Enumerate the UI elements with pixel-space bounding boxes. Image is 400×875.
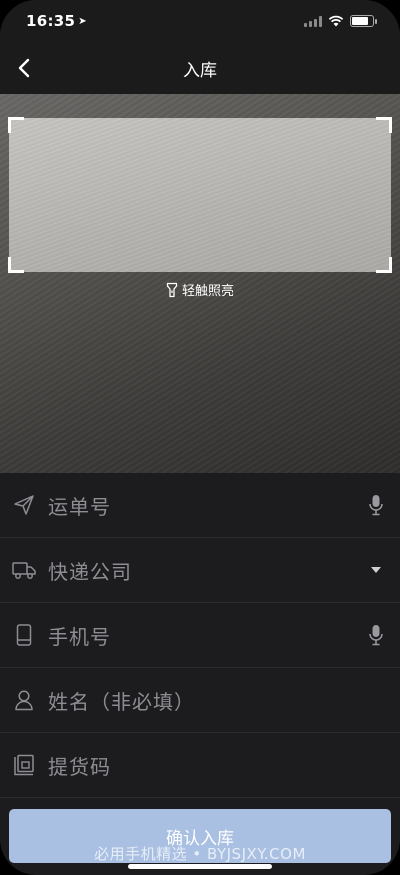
torch-toggle[interactable]: 轻触照亮 xyxy=(0,280,400,299)
row-trailing-spacer xyxy=(366,688,386,712)
waybill-number-placeholder: 运单号 xyxy=(48,494,111,519)
chevron-left-icon xyxy=(18,58,30,78)
camera-preview: 轻触照亮 xyxy=(0,94,400,473)
status-indicators xyxy=(304,15,377,27)
status-time: 16:35 xyxy=(26,12,76,30)
dropdown-arrow-icon[interactable] xyxy=(366,558,386,582)
scan-frame xyxy=(8,117,392,273)
torch-label: 轻触照亮 xyxy=(181,284,234,299)
courier-company-placeholder: 快递公司 xyxy=(48,559,132,584)
phone-icon xyxy=(12,623,36,647)
location-arrow-icon: ➤ xyxy=(78,15,87,27)
pickup-code-icon xyxy=(12,753,36,777)
pickup-code-field[interactable]: 提货码 xyxy=(0,733,400,798)
status-bar: 16:35 ➤ xyxy=(0,0,400,42)
phone-number-field[interactable]: 手机号 xyxy=(0,603,400,668)
inbound-form: 运单号 快递公司 手机号 姓名（非必填） 提货码 xyxy=(0,473,400,798)
pickup-code-placeholder: 提货码 xyxy=(48,754,111,779)
phone-number-placeholder: 手机号 xyxy=(48,624,111,649)
microphone-icon[interactable] xyxy=(366,623,386,647)
courier-company-select[interactable]: 快递公司 xyxy=(0,538,400,603)
page-title: 入库 xyxy=(183,60,217,81)
battery-icon xyxy=(350,15,377,27)
waybill-number-field[interactable]: 运单号 xyxy=(0,473,400,538)
wifi-icon xyxy=(328,15,344,27)
scan-corner xyxy=(376,117,392,133)
back-button[interactable] xyxy=(10,54,38,82)
user-icon xyxy=(12,688,36,712)
microphone-icon[interactable] xyxy=(366,493,386,517)
scan-corner xyxy=(8,117,24,133)
recipient-name-field[interactable]: 姓名（非必填） xyxy=(0,668,400,733)
scan-corner xyxy=(8,257,24,273)
send-icon xyxy=(12,493,36,517)
status-time-group: 16:35 ➤ xyxy=(26,12,87,30)
watermark-text: 必用手机精选 • BYJSJXY.COM xyxy=(94,845,306,863)
recipient-name-placeholder: 姓名（非必填） xyxy=(48,689,195,714)
scan-corner xyxy=(376,257,392,273)
truck-icon xyxy=(12,558,36,582)
phone-screen: 16:35 ➤ 入库 轻触照亮 运单号 快递公司 手机号 姓名（非必填） 提货码… xyxy=(0,0,400,875)
flashlight-icon xyxy=(166,282,178,297)
row-trailing-spacer xyxy=(366,753,386,777)
navigation-bar: 入库 xyxy=(0,42,400,94)
home-indicator[interactable] xyxy=(128,864,272,869)
cellular-signal-icon xyxy=(304,15,322,27)
